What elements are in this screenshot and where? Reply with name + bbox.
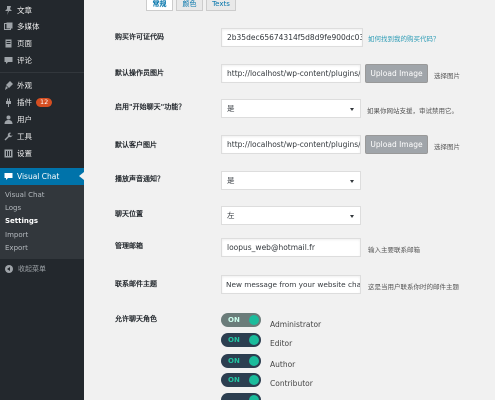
submenu-item-export[interactable]: Export bbox=[5, 244, 28, 252]
enable-start-chat-select[interactable]: 是 bbox=[221, 99, 361, 118]
operator-image-desc: 选择图片 bbox=[434, 72, 460, 80]
toggle-author[interactable]: ON bbox=[221, 354, 261, 368]
sidebar-item-label: 用户 bbox=[17, 115, 32, 124]
admin-email-desc: 输入主要联系邮箱 bbox=[368, 246, 420, 254]
user-icon bbox=[4, 115, 13, 124]
sidebar-item-label: 设置 bbox=[17, 149, 32, 158]
admin-email-input[interactable]: loopus_web@hotmail.fr bbox=[221, 238, 361, 257]
customer-image-label: 默认客户图片 bbox=[115, 141, 157, 149]
wrench-icon bbox=[4, 132, 13, 141]
customer-image-url-input[interactable]: http://localhost/wp-content/plugins/W bbox=[221, 135, 361, 154]
toggle-on-text: ON bbox=[228, 376, 240, 384]
toggle-knob bbox=[249, 335, 259, 345]
chevron-down-icon bbox=[350, 215, 354, 218]
toggle-knob bbox=[249, 315, 259, 325]
comment-icon bbox=[4, 56, 13, 65]
tab-texts[interactable]: Texts bbox=[206, 0, 236, 11]
email-subject-input[interactable]: New message from your website chat bbox=[221, 275, 361, 294]
allowed-roles-label: 允许聊天角色 bbox=[115, 315, 157, 323]
submenu-item-visual-chat[interactable]: Visual Chat bbox=[5, 191, 44, 199]
email-subject-label: 联系邮件主题 bbox=[115, 280, 157, 288]
sidebar-item-label: 工具 bbox=[17, 132, 32, 141]
sidebar-item-label: 外观 bbox=[17, 81, 32, 90]
operator-image-url-input[interactable]: http://localhost/wp-content/plugins/W bbox=[221, 64, 361, 83]
toggle-knob bbox=[249, 375, 259, 385]
plugin-icon bbox=[4, 98, 13, 107]
chat-icon bbox=[4, 172, 13, 181]
toggle-knob bbox=[249, 356, 259, 366]
chat-position-select[interactable]: 左 bbox=[221, 206, 361, 225]
toggle-on-text: ON bbox=[228, 357, 240, 365]
sound-notification-select[interactable]: 是 bbox=[221, 171, 361, 190]
sidebar-item-settings[interactable]: 设置 bbox=[0, 146, 84, 161]
sidebar-item-pages[interactable]: 页面 bbox=[0, 36, 84, 51]
collapse-menu-label: 收起菜单 bbox=[18, 265, 46, 273]
submenu-item-import[interactable]: Import bbox=[5, 231, 28, 239]
upload-operator-image-button[interactable]: Upload Image bbox=[365, 64, 428, 83]
media-icon bbox=[4, 22, 13, 31]
toggle-editor[interactable]: ON bbox=[221, 333, 261, 347]
sidebar-item-label: 多媒体 bbox=[17, 22, 40, 31]
toggle-contributor[interactable]: ON bbox=[221, 373, 261, 387]
visual-chat-submenu: Visual Chat Logs Settings Import Export bbox=[0, 185, 84, 259]
role-editor: Editor bbox=[270, 339, 293, 348]
chat-position-value: 左 bbox=[227, 211, 235, 220]
find-purchase-code-link[interactable]: 如何找到我的购买代码？ bbox=[368, 33, 440, 43]
role-author: Author bbox=[270, 360, 296, 369]
upload-customer-image-button[interactable]: Upload Image bbox=[365, 135, 428, 154]
chevron-down-icon bbox=[350, 108, 354, 111]
customer-image-desc: 选择图片 bbox=[434, 143, 460, 151]
collapse-menu-button[interactable]: 收起菜单 bbox=[0, 262, 84, 276]
sidebar-item-visual-chat[interactable]: Visual Chat bbox=[0, 168, 84, 185]
role-administrator: Administrator bbox=[270, 320, 322, 329]
toggle-next-role[interactable] bbox=[221, 393, 261, 400]
sound-notification-value: 是 bbox=[227, 176, 235, 185]
sidebar-item-label: 插件 bbox=[17, 98, 32, 107]
sidebar-item-appearance[interactable]: 外观 bbox=[0, 78, 84, 93]
purchase-code-label: 购买许可证代码 bbox=[115, 33, 164, 41]
sidebar-item-media[interactable]: 多媒体 bbox=[0, 19, 84, 34]
plugin-update-badge: 12 bbox=[36, 98, 53, 107]
tab-colors[interactable]: 颜色 bbox=[176, 0, 203, 11]
role-contributor: Contributor bbox=[270, 379, 313, 388]
toggle-administrator[interactable]: ON bbox=[221, 313, 261, 327]
collapse-arrow-icon bbox=[5, 265, 13, 273]
page-icon bbox=[4, 39, 13, 48]
email-subject-desc: 这是当用户联系你时的邮件主题 bbox=[368, 283, 459, 291]
sidebar-separator bbox=[0, 72, 84, 73]
admin-email-label: 管理邮箱 bbox=[115, 242, 143, 250]
sidebar-item-tools[interactable]: 工具 bbox=[0, 129, 84, 144]
tab-general[interactable]: 常规 bbox=[146, 0, 173, 11]
enable-start-chat-value: 是 bbox=[227, 104, 235, 113]
sidebar-item-posts[interactable]: 文章 bbox=[0, 3, 84, 18]
operator-image-label: 默认操作员图片 bbox=[115, 69, 164, 77]
sidebar-item-label: 文章 bbox=[17, 6, 32, 15]
submenu-item-settings[interactable]: Settings bbox=[5, 217, 38, 225]
sidebar-item-comments[interactable]: 评论 bbox=[0, 53, 84, 68]
sidebar-item-label: 页面 bbox=[17, 39, 32, 48]
chat-position-label: 聊天位置 bbox=[115, 210, 143, 218]
enable-start-chat-label: 启用"开始聊天"功能？ bbox=[115, 103, 186, 111]
toggle-on-text: ON bbox=[228, 336, 240, 344]
sidebar-item-plugins[interactable]: 插件 12 bbox=[0, 95, 84, 110]
submenu-item-logs[interactable]: Logs bbox=[5, 204, 21, 212]
settings-icon bbox=[4, 149, 13, 158]
settings-main: 常规 颜色 Texts 购买许可证代码 2b35dec65674314f5d8d… bbox=[84, 0, 495, 400]
purchase-code-input[interactable]: 2b35dec65674314f5d8d9fe900dc03b8 bbox=[221, 28, 363, 47]
toggle-knob bbox=[249, 395, 259, 400]
sidebar-item-users[interactable]: 用户 bbox=[0, 112, 84, 127]
sidebar-item-label: Visual Chat bbox=[17, 172, 60, 181]
chevron-down-icon bbox=[350, 180, 354, 183]
sidebar-item-label: 评论 bbox=[17, 56, 32, 65]
admin-sidebar: 文章 多媒体 页面 评论 外观 插件 12 用户 工具 设置 Visual Ch… bbox=[0, 0, 84, 400]
sound-notification-label: 播放声音通知？ bbox=[115, 175, 164, 183]
appearance-icon bbox=[4, 81, 13, 90]
pin-icon bbox=[4, 6, 13, 15]
enable-start-chat-desc: 如果你网站支援，审试禁用它。 bbox=[367, 107, 458, 115]
toggle-on-text: ON bbox=[228, 316, 240, 324]
